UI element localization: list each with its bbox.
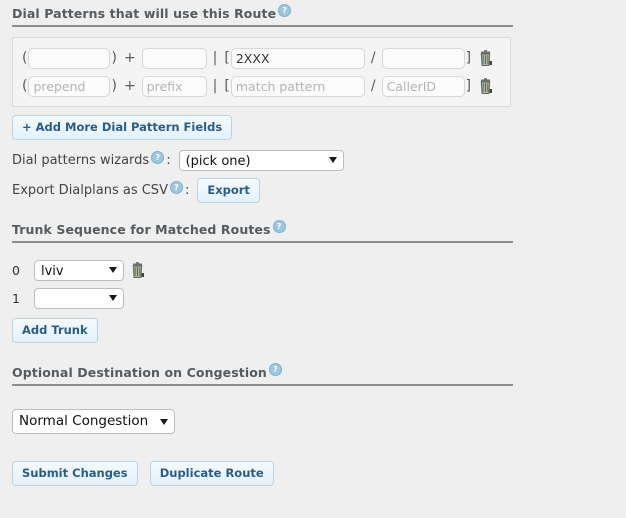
pipe-sign: | xyxy=(212,50,218,66)
prepend-input[interactable] xyxy=(28,47,111,69)
chevron-down-icon xyxy=(109,267,117,273)
plus-sign: + xyxy=(123,78,136,94)
add-trunk-button[interactable]: Add Trunk xyxy=(12,318,98,343)
help-icon[interactable]: ? xyxy=(169,180,183,194)
dial-patterns-heading-text: Dial Patterns that will use this Route xyxy=(12,6,277,21)
dial-patterns-box: ( ) + | [ / ] xyxy=(12,37,511,107)
dial-patterns-wizards-row: Dial patterns wizards ? : (pick one) xyxy=(0,146,626,174)
help-icon[interactable]: ? xyxy=(151,150,165,164)
trash-icon[interactable] xyxy=(478,77,494,95)
open-paren: ( xyxy=(22,50,28,66)
slash-sign: / xyxy=(370,78,376,94)
duplicate-route-button[interactable]: Duplicate Route xyxy=(149,461,274,486)
open-paren: ( xyxy=(22,78,28,94)
congestion-select-row: Normal Congestion xyxy=(0,409,626,436)
close-paren: ) xyxy=(111,78,117,94)
prefix-input[interactable] xyxy=(141,75,207,97)
help-icon[interactable]: ? xyxy=(268,363,282,376)
dial-patterns-wizards-select[interactable]: (pick one) xyxy=(178,149,344,171)
callerid-input[interactable] xyxy=(381,75,465,97)
add-more-dial-pattern-fields-button[interactable]: + Add More Dial Pattern Fields xyxy=(12,115,233,140)
dial-patterns-divider xyxy=(12,25,513,27)
trunk-section-spacer xyxy=(0,204,626,222)
trunk-select-0[interactable]: lviv xyxy=(34,259,124,281)
trunk-sequence-heading-text: Trunk Sequence for Matched Routes xyxy=(12,222,271,237)
export-button[interactable]: Export xyxy=(197,177,260,203)
chevron-down-icon xyxy=(328,157,337,163)
trash-icon[interactable] xyxy=(130,261,146,279)
match-pattern-input[interactable] xyxy=(230,75,365,97)
congestion-heading-text: Optional Destination on Congestion xyxy=(12,365,267,380)
dial-patterns-wizards-value: (pick one) xyxy=(185,153,251,169)
export-dialplans-label: Export Dialplans as CSV xyxy=(12,182,168,198)
colon: : xyxy=(166,152,171,168)
trunk-index: 0 xyxy=(12,262,20,278)
trunk-row: 0 lviv xyxy=(0,257,626,283)
trunk-list-spacer xyxy=(0,243,626,257)
trash-icon[interactable] xyxy=(478,49,494,67)
add-trunk-row: Add Trunk xyxy=(0,318,626,343)
plus-sign: + xyxy=(123,50,136,66)
pipe-sign: | xyxy=(212,78,218,94)
form-actions: Submit Changes Duplicate Route xyxy=(0,461,626,486)
trunk-row: 1 xyxy=(0,285,626,311)
chevron-down-icon xyxy=(109,295,117,301)
trunk-select-1-value xyxy=(35,289,123,291)
add-more-row: + Add More Dial Pattern Fields xyxy=(0,115,626,140)
callerid-input[interactable] xyxy=(381,47,465,69)
dial-patterns-heading: Dial Patterns that will use this Route ? xyxy=(0,4,626,21)
chevron-down-icon xyxy=(160,418,168,425)
slash-sign: / xyxy=(370,50,376,66)
dial-patterns-wizards-label: Dial patterns wizards xyxy=(12,152,150,168)
help-icon[interactable]: ? xyxy=(278,4,292,17)
export-dialplans-row: Export Dialplans as CSV ? : Export xyxy=(0,176,626,204)
colon: : xyxy=(184,182,190,198)
dial-route-form-page: Dial Patterns that will use this Route ?… xyxy=(0,0,626,518)
congestion-destination-value: Normal Congestion xyxy=(19,413,149,429)
congestion-section-spacer xyxy=(0,343,626,365)
close-bracket: ] xyxy=(465,50,472,66)
congestion-divider xyxy=(12,384,513,386)
trunk-index: 1 xyxy=(12,290,20,306)
submit-changes-button[interactable]: Submit Changes xyxy=(12,461,138,486)
close-paren: ) xyxy=(111,50,117,66)
prepend-input[interactable] xyxy=(28,75,111,97)
trunk-sequence-heading: Trunk Sequence for Matched Routes ? xyxy=(0,220,626,237)
congestion-heading: Optional Destination on Congestion ? xyxy=(0,363,626,380)
open-bracket: [ xyxy=(224,78,230,94)
congestion-destination-select[interactable]: Normal Congestion xyxy=(12,409,175,434)
match-pattern-input[interactable] xyxy=(230,47,365,69)
open-bracket: [ xyxy=(224,50,230,66)
prefix-input[interactable] xyxy=(141,47,207,69)
dial-pattern-row: ( ) + | [ / ] xyxy=(13,72,510,100)
help-icon[interactable]: ? xyxy=(272,220,286,233)
close-bracket: ] xyxy=(465,78,472,94)
dial-pattern-row: ( ) + | [ / ] xyxy=(13,44,510,72)
trunk-select-1[interactable] xyxy=(34,287,124,309)
